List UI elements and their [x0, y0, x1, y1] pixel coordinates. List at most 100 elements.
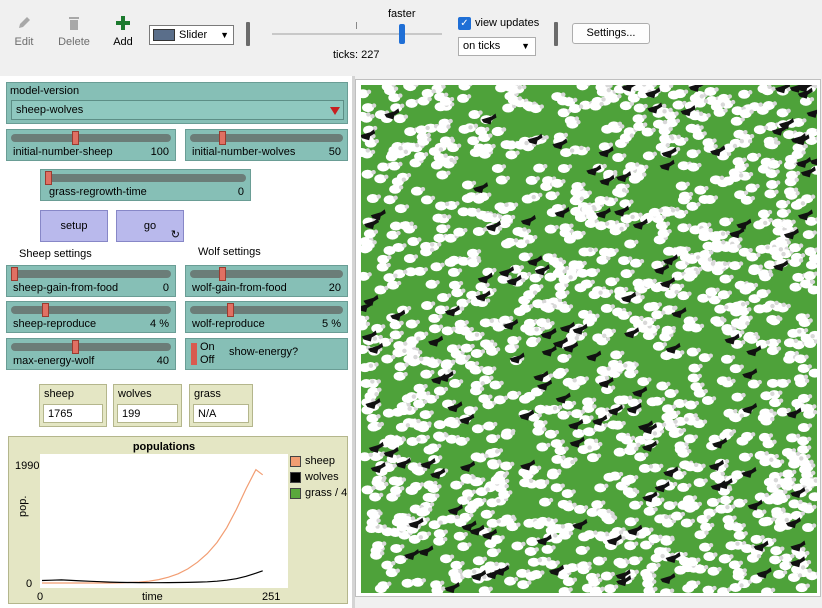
- slider-wolf-reproduce[interactable]: wolf-reproduce 5 %: [185, 301, 348, 333]
- speed-slider-thumb[interactable]: [399, 24, 405, 44]
- sheep-agent: [394, 362, 409, 372]
- slider-wolf-gain-from-food[interactable]: wolf-gain-from-food 20: [185, 265, 348, 297]
- sheep-agent: [560, 148, 575, 158]
- sheep-agent: [410, 186, 426, 196]
- delete-button[interactable]: Delete: [50, 14, 98, 48]
- sheep-agent: [791, 149, 806, 159]
- slider-thumb[interactable]: [72, 340, 80, 354]
- sheep-agent: [686, 580, 701, 590]
- sheep-agent: [595, 221, 610, 231]
- edit-button[interactable]: Edit: [0, 14, 48, 48]
- sheep-agent: [789, 243, 804, 253]
- slider-initial-number-wolves[interactable]: initial-number-wolves 50: [185, 129, 348, 161]
- sheep-agent: [381, 354, 396, 364]
- sheep-agent: [393, 114, 409, 124]
- chooser-box[interactable]: sheep-wolves: [11, 100, 344, 120]
- sheep-agent: [797, 393, 813, 403]
- toolbar-separator: [554, 22, 558, 46]
- slider-track: [11, 306, 171, 314]
- sheep-agent: [776, 199, 791, 209]
- view-updates-checkbox[interactable]: ✓: [458, 17, 471, 30]
- add-label: Add: [113, 36, 133, 48]
- slider-thumb[interactable]: [226, 303, 234, 317]
- slider-thumb[interactable]: [41, 303, 49, 317]
- sheep-agent: [385, 568, 400, 578]
- sheep-agent: [628, 556, 643, 566]
- world-canvas[interactable]: [361, 85, 817, 593]
- monitor-box: 1765: [43, 404, 103, 423]
- slider-value: 5 %: [322, 318, 341, 330]
- sheep-agent: [735, 320, 750, 330]
- widget-type-select[interactable]: Slider ▼: [149, 25, 234, 45]
- sheep-agent: [609, 226, 624, 236]
- sheep-agent: [717, 587, 732, 593]
- sheep-agent: [478, 133, 493, 143]
- slider-sheep-reproduce[interactable]: sheep-reproduce 4 %: [6, 301, 176, 333]
- sheep-agent: [624, 474, 639, 484]
- sheep-agent: [421, 88, 436, 98]
- sheep-agent: [797, 423, 813, 433]
- sheep-agent: [702, 585, 717, 593]
- show-energy-switch[interactable]: On Off show-energy?: [185, 338, 348, 370]
- sheep-agent: [624, 239, 639, 249]
- sheep-agent: [656, 381, 671, 391]
- wolf-agent: [729, 227, 745, 239]
- settings-button[interactable]: Settings...: [572, 23, 650, 44]
- speed-slider[interactable]: [272, 33, 442, 35]
- sheep-agent: [685, 270, 701, 280]
- sheep-agent: [624, 541, 639, 551]
- sheep-agent: [729, 172, 744, 182]
- sheep-agent: [463, 406, 478, 416]
- sheep-agent: [624, 517, 639, 527]
- sheep-agent: [367, 422, 382, 432]
- sheep-agent: [487, 459, 502, 469]
- sheep-agent: [418, 507, 433, 517]
- sheep-agent: [737, 306, 752, 316]
- sheep-agent: [683, 434, 699, 444]
- update-mode-select[interactable]: on ticks ▼: [458, 37, 536, 56]
- slider-value: 0: [237, 186, 244, 198]
- sheep-agent: [482, 366, 497, 376]
- slider-max-energy-wolf[interactable]: max-energy-wolf 40: [6, 338, 176, 370]
- slider-value: 40: [156, 355, 169, 367]
- model-version-chooser[interactable]: model-version sheep-wolves: [6, 82, 348, 124]
- go-button[interactable]: go ↻: [116, 210, 184, 242]
- sheep-agent: [776, 208, 792, 218]
- slider-thumb[interactable]: [11, 267, 18, 281]
- legend-swatch: [290, 488, 301, 499]
- add-button[interactable]: Add: [99, 14, 147, 48]
- monitor-grass: grass N/A: [189, 384, 253, 427]
- sheep-agent: [760, 303, 775, 313]
- sheep-agent: [425, 493, 440, 503]
- slider-thumb[interactable]: [219, 267, 227, 281]
- slider-initial-number-sheep[interactable]: initial-number-sheep 100: [6, 129, 176, 161]
- sheep-agent: [561, 489, 576, 499]
- setup-button[interactable]: setup: [40, 210, 108, 242]
- slider-sheep-gain-from-food[interactable]: sheep-gain-from-food 0: [6, 265, 176, 297]
- sheep-agent: [729, 364, 744, 374]
- sheep-agent: [437, 293, 452, 303]
- sheep-agent: [790, 510, 805, 520]
- chooser-name: model-version: [10, 85, 80, 97]
- sheep-agent: [361, 169, 376, 179]
- wolf-settings-note: Wolf settings: [198, 246, 261, 258]
- wolf-agent: [460, 460, 476, 472]
- sheep-agent: [413, 466, 428, 476]
- sheep-agent: [677, 291, 692, 301]
- slider-track: [190, 306, 343, 314]
- forever-icon: ↻: [170, 229, 180, 241]
- sheep-agent: [507, 390, 522, 400]
- plot-xlabel: time: [142, 591, 163, 603]
- sheep-agent: [376, 262, 391, 272]
- switch-knob[interactable]: [191, 343, 197, 365]
- slider-thumb[interactable]: [45, 171, 52, 185]
- world-view[interactable]: [355, 79, 821, 597]
- sheep-agent: [703, 552, 718, 562]
- slider-thumb[interactable]: [72, 131, 80, 145]
- sheep-agent: [729, 582, 744, 592]
- sheep-agent: [541, 544, 556, 554]
- sheep-agent: [652, 341, 668, 351]
- sheep-agent: [428, 313, 443, 323]
- slider-grass-regrowth-time[interactable]: grass-regrowth-time 0: [40, 169, 251, 201]
- slider-thumb[interactable]: [219, 131, 227, 145]
